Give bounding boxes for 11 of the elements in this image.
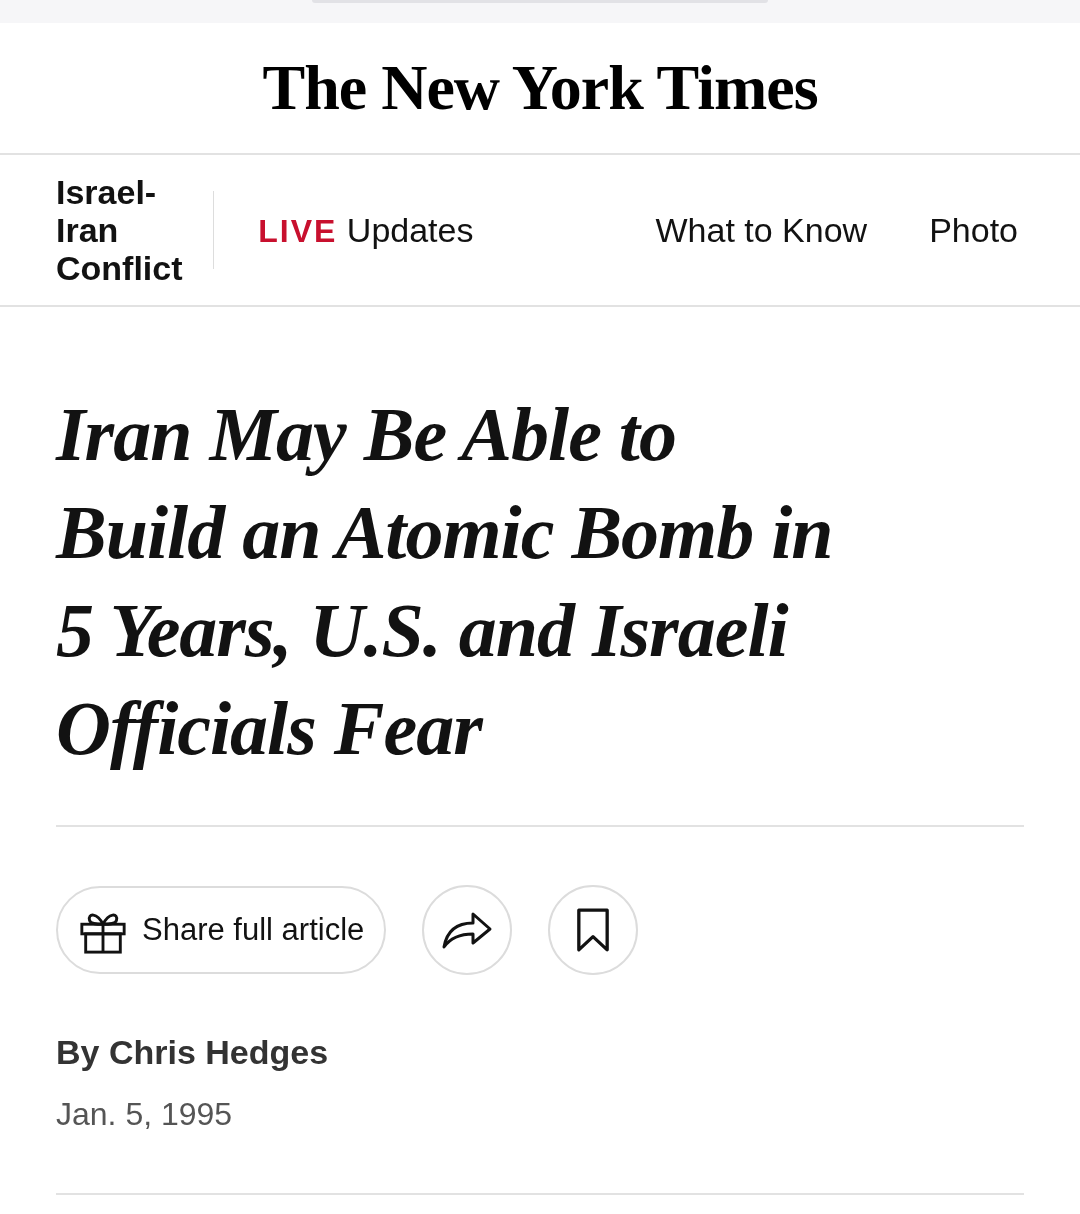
section-title[interactable]: Israel-Iran Conflict: [56, 173, 189, 287]
share-full-article-button[interactable]: Share full article: [56, 886, 387, 974]
share-arrow-icon: [441, 910, 494, 950]
live-updates-link[interactable]: LIVE Updates: [258, 210, 474, 250]
bookmark-icon: [576, 907, 611, 953]
nav-link[interactable]: What to Know: [655, 210, 868, 250]
publish-date: Jan. 5, 1995: [56, 1096, 234, 1133]
byline: By Chris Hedges: [56, 1033, 330, 1072]
logo[interactable]: The New York Times: [262, 51, 818, 125]
nav-link[interactable]: Photo: [929, 210, 1018, 250]
headline: Iran May Be Able to Build an Atomic Bomb in 5 Years, U.S. and Israeli Officials Fear: [56, 391, 834, 772]
